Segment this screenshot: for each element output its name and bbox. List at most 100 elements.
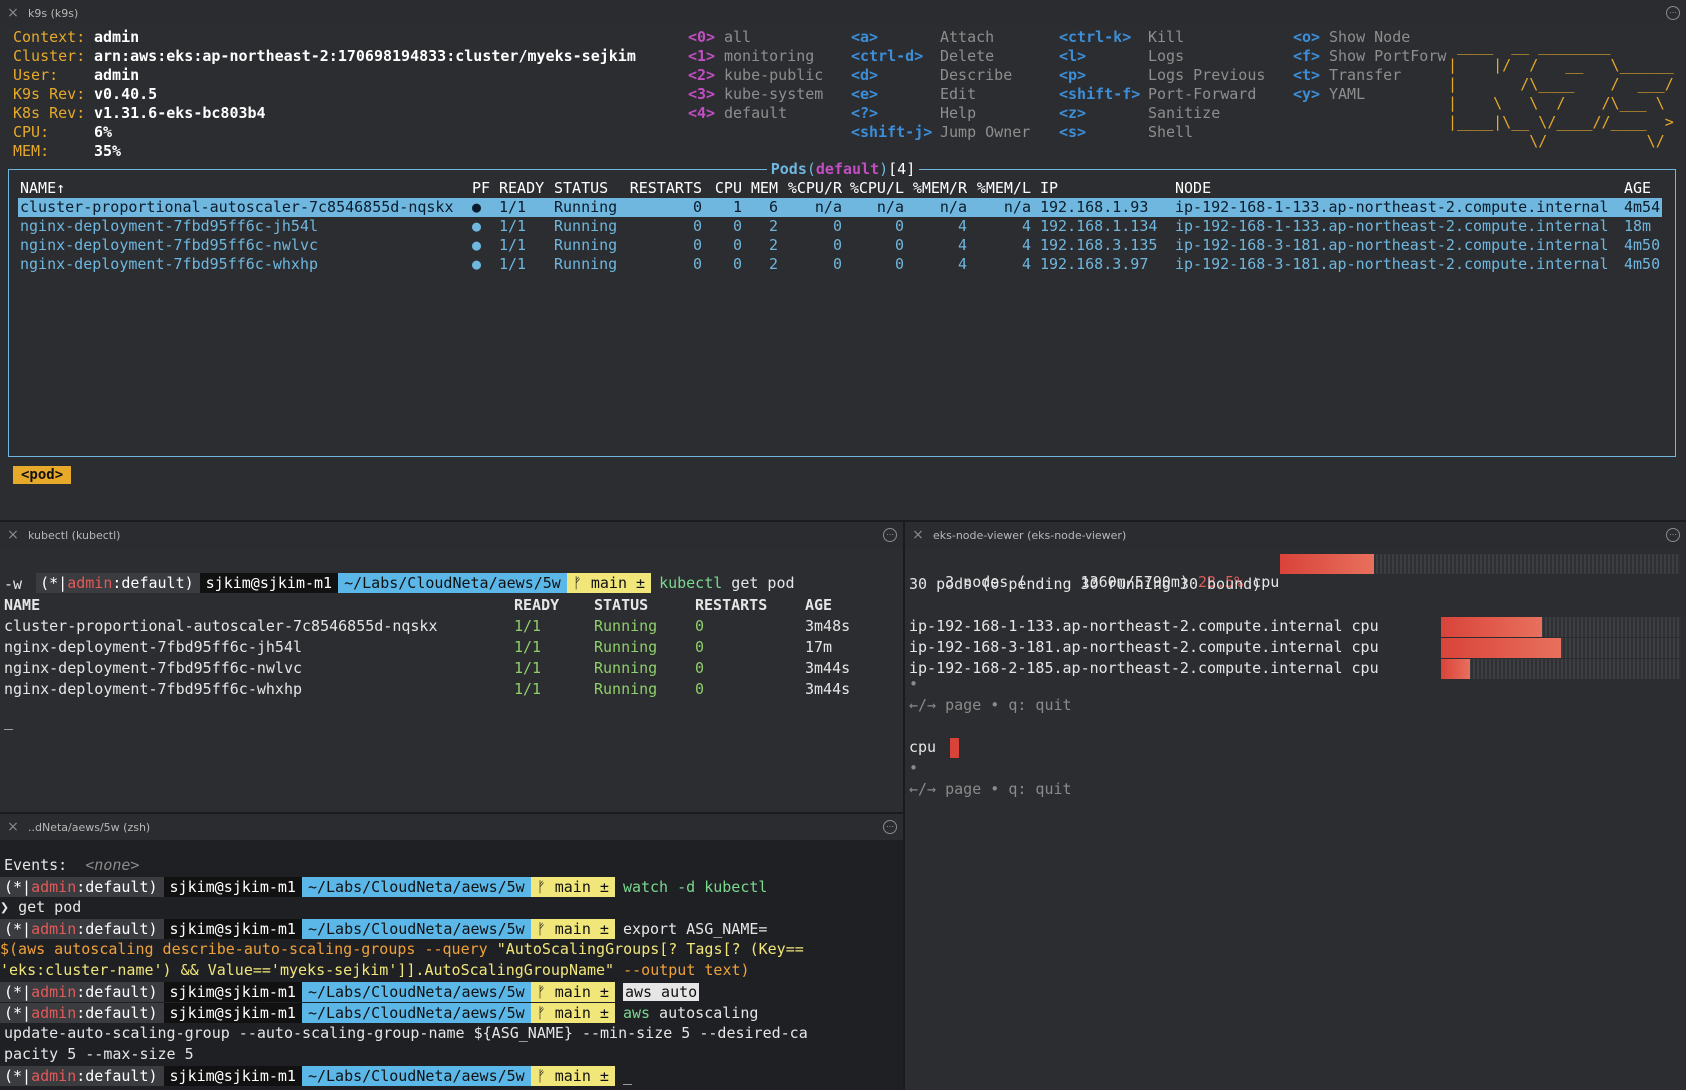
- prompt-path: ~/Labs/CloudNeta/aews/5w: [338, 573, 567, 593]
- close-icon[interactable]: ×: [6, 820, 20, 834]
- summary-cpu-bar-fill: [1280, 554, 1374, 574]
- more-icon[interactable]: ⋯: [883, 820, 897, 834]
- header-key: K8s Rev:: [13, 104, 86, 122]
- prompt-context-prefix: (*|: [4, 1004, 32, 1022]
- prompt-context-prefix: (*|: [4, 920, 32, 938]
- command-shortcut-row: <l> Logs: [1059, 47, 1184, 66]
- command-shortcut-row: <e> Edit: [851, 85, 976, 104]
- table-cell: n/a: [814, 198, 842, 216]
- prompt-context-prefix: (*|: [4, 1067, 32, 1085]
- kubectl-pane[interactable]: × kubectl (kubectl) ⋯ (*|admin:default) s…: [0, 522, 903, 812]
- table-cell: 3m48s: [805, 617, 851, 635]
- namespace-shortcut-key: <0>: [688, 28, 716, 46]
- prompt-context: (*|admin:default): [0, 877, 164, 897]
- table-title-resource: Pods: [770, 160, 807, 178]
- namespace-shortcut-label: all: [724, 28, 752, 46]
- table-cell: 18m: [1624, 217, 1652, 235]
- table-cell: nginx-deployment-7fbd95ff6c-whxhp: [20, 255, 319, 273]
- zsh-line-4: (*|admin:default) sjkim@sjkim-m1 ~/Labs/Cl…: [0, 1003, 758, 1023]
- column-header: READY: [514, 596, 560, 614]
- column-header: STATUS: [594, 596, 649, 614]
- table-cell: 0: [695, 617, 705, 635]
- prompt-context-prefix: (*|: [4, 878, 32, 896]
- prompt-context-suffix: :default): [76, 1067, 158, 1085]
- command-wrap: -w: [4, 575, 23, 593]
- table-cell: ip-192-168-3-181.ap-northeast-2.compute.…: [1175, 255, 1609, 273]
- prompt-git-branch: ᚠ main ±: [566, 573, 652, 593]
- events-line: Events: <none>: [4, 856, 139, 875]
- table-cell: ip-192-168-1-133.ap-northeast-2.compute.…: [1175, 198, 1609, 216]
- prompt-context-suffix: :default): [76, 983, 158, 1001]
- table-row[interactable]: nginx-deployment-7fbd95ff6c-jh54l ● 1/1 Run…: [18, 217, 1662, 236]
- more-icon[interactable]: ⋯: [1666, 6, 1680, 20]
- table-cell: 3m44s: [805, 659, 851, 677]
- column-header: STATUS: [554, 179, 609, 197]
- command-args: get pod: [722, 574, 795, 592]
- node-row: ip-192-168-3-181.ap-northeast-2.compute.…: [909, 638, 1379, 657]
- prompt: (*|admin:default) sjkim@sjkim-m1 ~/Labs/Cl…: [36, 573, 652, 593]
- zsh-titlebar: × ..dNeta/aews/5w (zsh) ⋯: [0, 814, 903, 840]
- header-row: K8s Rev: v1.31.6-eks-bc803b4: [13, 104, 266, 123]
- table-cell: Running: [594, 659, 658, 677]
- pager-hint: ←/→ page • q: quit: [909, 696, 1072, 714]
- more-icon[interactable]: ⋯: [1666, 528, 1680, 542]
- table-cell: 6: [768, 198, 778, 216]
- command-wrap: get pod: [18, 898, 82, 916]
- prompt-context: (*|admin:default): [0, 919, 164, 939]
- table-row-cells: nginx-deployment-7fbd95ff6c-whxhp ● 1/1 Run…: [0, 255, 1686, 274]
- command-shortcut-label: Logs: [1148, 47, 1185, 65]
- eks-node-viewer-pane[interactable]: × eks-node-viewer (eks-node-viewer) ⋯ 3 …: [905, 522, 1686, 1090]
- table-row[interactable]: nginx-deployment-7fbd95ff6c-nwlvc ● 1/1 Run…: [18, 236, 1662, 255]
- table-cell: 192.168.3.135: [1040, 236, 1158, 254]
- zsh-line-5[interactable]: (*|admin:default) sjkim@sjkim-m1 ~/Labs/Cl…: [0, 1066, 632, 1086]
- prompt: (*|admin:default) sjkim@sjkim-m1 ~/Labs/Cl…: [0, 1003, 615, 1023]
- table-cell: 192.168.3.97: [1040, 255, 1149, 273]
- close-icon[interactable]: ×: [6, 528, 20, 542]
- node-resource: cpu: [1342, 638, 1379, 656]
- command-shortcut-label: Jump Owner: [940, 123, 1031, 141]
- header-value: 35%: [94, 142, 122, 160]
- column-header: %MEM/L: [976, 179, 1031, 197]
- command-verb: kubectl: [659, 574, 723, 592]
- header-row: Context: admin: [13, 28, 139, 47]
- command-text: export ASG_NAME=: [622, 920, 768, 938]
- prompt-user: sjkim@sjkim-m1: [163, 982, 302, 1002]
- header-row: MEM: 35%: [13, 142, 121, 161]
- kubectl-row: nginx-deployment-7fbd95ff6c-whxhp 1/1 Runn…: [0, 680, 903, 700]
- table-cell: Running: [554, 198, 618, 216]
- table-row-cells: nginx-deployment-7fbd95ff6c-jh54l ● 1/1 Run…: [0, 217, 1686, 236]
- window-title: k9s (k9s): [28, 6, 79, 20]
- cpu-mini-bar: [950, 738, 959, 758]
- prompt-context-user: admin: [31, 983, 77, 1001]
- table-cell: 0: [692, 217, 702, 235]
- k9s-pane[interactable]: × k9s (k9s) ⋯ Context: admin Cluster: arn:a…: [0, 0, 1686, 520]
- header-value: admin: [94, 66, 140, 84]
- table-row[interactable]: cluster-proportional-autoscaler-7c854685…: [18, 198, 1662, 217]
- zsh-pane[interactable]: × ..dNeta/aews/5w (zsh) ⋯ Events: <none>…: [0, 814, 903, 1090]
- command-shortcut-row: <d> Describe: [851, 66, 1012, 85]
- prompt-path: ~/Labs/CloudNeta/aews/5w: [301, 982, 531, 1002]
- logo-line: | \ \ / /\___ \: [1448, 94, 1674, 112]
- column-header: PF: [472, 179, 491, 197]
- table-cell: 0: [692, 198, 702, 216]
- namespace-shortcut-row: <2> kube-public: [688, 66, 823, 85]
- kubectl-row: nginx-deployment-7fbd95ff6c-nwlvc 1/1 Runn…: [0, 659, 903, 679]
- header-row: Cluster: arn:aws:eks:ap-northeast-2:17069…: [13, 47, 636, 66]
- node-resource: cpu: [1342, 659, 1379, 677]
- close-icon[interactable]: ×: [911, 528, 925, 542]
- summary-cpu-bar: [1280, 554, 1680, 574]
- table-cell: ip-192-168-3-181.ap-northeast-2.compute.…: [1175, 236, 1609, 254]
- node-cpu-bar-fill: [1441, 617, 1542, 637]
- header-value: arn:aws:eks:ap-northeast-2:170698194833:…: [94, 47, 636, 65]
- table-cell: 0: [832, 236, 842, 254]
- table-row[interactable]: nginx-deployment-7fbd95ff6c-whxhp ● 1/1 Run…: [18, 255, 1662, 274]
- table-cell: nginx-deployment-7fbd95ff6c-jh54l: [4, 638, 303, 656]
- window-title: kubectl (kubectl): [28, 528, 121, 542]
- table-cell: 1/1: [514, 659, 542, 677]
- close-icon[interactable]: ×: [6, 6, 20, 20]
- more-icon[interactable]: ⋯: [883, 528, 897, 542]
- header-key: K9s Rev:: [13, 85, 86, 103]
- table-cell: 1/1: [499, 217, 527, 235]
- command-shortcut-row: <a> Attach: [851, 28, 994, 47]
- command-shortcut-key: <z>: [1059, 104, 1087, 122]
